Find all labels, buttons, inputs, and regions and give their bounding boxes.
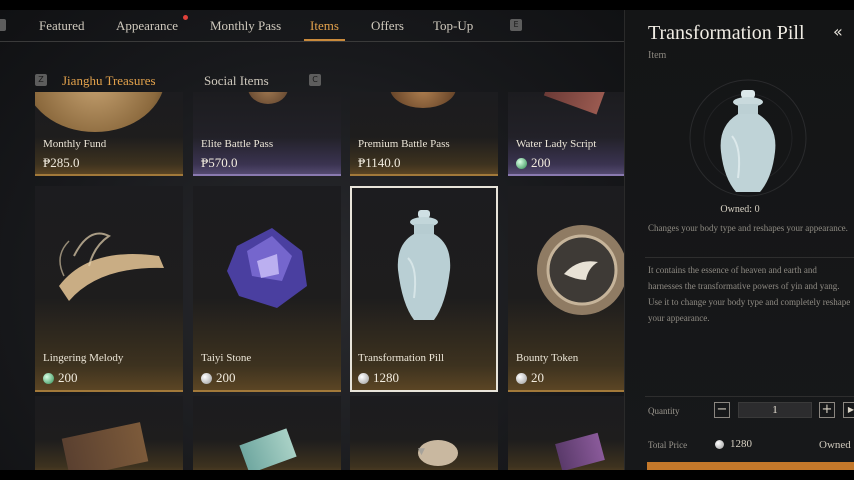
- subnav-key-right[interactable]: C: [309, 74, 321, 86]
- jade-flute-art: [59, 232, 164, 301]
- item-name: Transformation Pill: [358, 352, 445, 364]
- crystal-stone-art: [227, 228, 307, 308]
- item-card-premium-battle-pass[interactable]: Premium Battle Pass ₱1140.0: [350, 92, 498, 176]
- item-preview-art: [689, 79, 807, 197]
- item-price: ₱1140.0: [358, 155, 401, 170]
- jade-coin-icon: [516, 157, 527, 169]
- item-card-bounty-token[interactable]: Bounty Token 20: [508, 186, 624, 392]
- item-name: Water Lady Script: [516, 138, 597, 150]
- item-price: 200: [201, 370, 236, 386]
- tab-monthly-pass[interactable]: Monthly Pass: [210, 18, 281, 34]
- nav-key-right[interactable]: E: [510, 19, 522, 31]
- bottom-letterbox: [0, 470, 854, 480]
- item-price: 1280: [358, 370, 399, 386]
- purchase-button[interactable]: [647, 462, 854, 470]
- subnav-key-left[interactable]: Z: [35, 74, 47, 86]
- decrease-quantity-button[interactable]: −: [714, 402, 730, 418]
- item-card-row3-1[interactable]: [35, 396, 183, 470]
- porcelain-vase-art: [397, 210, 451, 320]
- quantity-label: Quantity: [648, 406, 680, 416]
- book-art: [61, 422, 149, 470]
- item-name: Bounty Token: [516, 352, 579, 364]
- total-price: 1280: [715, 438, 752, 450]
- item-name: Monthly Fund: [43, 138, 107, 150]
- item-category: Item: [648, 50, 667, 61]
- subtab-social-items[interactable]: Social Items: [204, 73, 269, 89]
- top-letterbox: [0, 0, 854, 10]
- divider: [645, 257, 854, 258]
- item-card-water-lady-script[interactable]: Water Lady Script 200: [508, 92, 624, 176]
- script-book-art: [543, 92, 609, 115]
- divider: [645, 396, 854, 397]
- item-card-monthly-fund[interactable]: Monthly Fund ₱285.0: [35, 92, 183, 176]
- card-art: [239, 428, 297, 470]
- item-card-elite-battle-pass[interactable]: Elite Battle Pass ₱570.0: [193, 92, 341, 176]
- item-card-taiyi-stone[interactable]: Taiyi Stone 200: [193, 186, 341, 392]
- item-price: ₱285.0: [43, 155, 80, 170]
- item-name: Taiyi Stone: [201, 352, 252, 364]
- collapse-panel-icon[interactable]: «: [833, 22, 843, 41]
- item-name: Lingering Melody: [43, 352, 124, 364]
- item-card-transformation-pill[interactable]: Transformation Pill 1280: [350, 186, 498, 392]
- bounty-medal-art: [537, 225, 624, 315]
- total-price-value: 1280: [730, 438, 752, 450]
- tab-appearance[interactable]: Appearance: [116, 18, 178, 34]
- top-nav: Featured Appearance Monthly Pass Items O…: [0, 10, 624, 42]
- item-price: 20: [516, 370, 544, 386]
- item-title: Transformation Pill: [648, 22, 805, 44]
- item-price: 200: [516, 155, 551, 171]
- quantity-input[interactable]: 1: [738, 402, 812, 418]
- silver-coin-icon: [358, 372, 369, 384]
- item-price: 200: [43, 370, 78, 386]
- tab-offers[interactable]: Offers: [371, 18, 404, 34]
- coin-plate-art: [35, 92, 165, 132]
- tab-featured[interactable]: Featured: [39, 18, 84, 34]
- item-card-row3-3[interactable]: [350, 396, 498, 470]
- jade-coin-icon: [43, 372, 54, 384]
- item-long-description: It contains the essence of heaven and ea…: [648, 265, 851, 323]
- pass-token-art: [248, 92, 288, 104]
- nav-key-left[interactable]: [0, 19, 6, 31]
- item-name: Elite Battle Pass: [201, 138, 274, 150]
- book-art: [555, 432, 605, 470]
- scroll-down-icon[interactable]: ▼: [418, 447, 425, 457]
- tab-top-up[interactable]: Top-Up: [433, 18, 473, 34]
- item-detail-panel: Transformation Pill « Item Owned: 0 Chan…: [624, 10, 854, 470]
- increase-quantity-button[interactable]: +: [819, 402, 835, 418]
- shop-panel: Featured Appearance Monthly Pass Items O…: [0, 10, 624, 470]
- owned-count: Owned: 0: [720, 204, 760, 215]
- item-price: ₱570.0: [201, 155, 238, 170]
- silver-coin-icon: [201, 372, 212, 384]
- silver-coin-icon: [715, 439, 724, 449]
- item-card-lingering-melody[interactable]: Lingering Melody 200: [35, 186, 183, 392]
- pass-token-art: [390, 92, 456, 108]
- max-quantity-icon[interactable]: ▶: [843, 402, 854, 418]
- item-card-row3-4[interactable]: [508, 396, 624, 470]
- tab-items[interactable]: Items: [304, 18, 345, 41]
- item-name: Premium Battle Pass: [358, 138, 450, 150]
- item-card-row3-2[interactable]: [193, 396, 341, 470]
- silver-coin-icon: [516, 372, 527, 384]
- owned-balance-label: Owned: [819, 439, 851, 451]
- notification-dot: [183, 15, 188, 20]
- item-short-description: Changes your body type and reshapes your…: [648, 223, 848, 233]
- subtab-jianghu-treasures[interactable]: Jianghu Treasures: [58, 73, 160, 94]
- total-price-label: Total Price: [648, 440, 688, 450]
